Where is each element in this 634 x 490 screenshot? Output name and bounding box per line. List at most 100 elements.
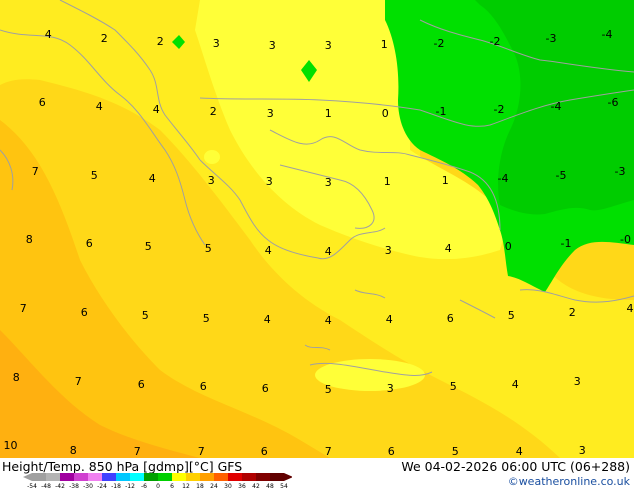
temperature-label: 5	[451, 445, 459, 458]
scale-tick-label: -42	[55, 483, 65, 490]
temperature-label: 3	[573, 375, 581, 388]
temperature-label: 2	[568, 306, 576, 319]
scale-swatch	[270, 473, 284, 481]
footer: Height/Temp. 850 hPa [gdmp][°C] GFS We 0…	[0, 458, 634, 490]
temperature-label: 4	[444, 242, 452, 255]
color-scale: -54 -48 -42 -38 -30 -24 -18 -12 -6 0 6 12 18 24 30 36 42…	[23, 473, 292, 490]
temperature-label: 6	[137, 378, 145, 391]
temperature-label: 1	[380, 38, 388, 51]
temperature-label: 7	[74, 375, 82, 388]
scale-tick-label: 30	[224, 483, 232, 490]
scale-swatch	[256, 473, 270, 481]
valid-time: We 04-02-2026 06:00 UTC (06+288)	[401, 459, 630, 474]
temperature-label: 5	[507, 309, 515, 322]
temperature-label: 4	[263, 313, 271, 326]
temperature-label: 6	[260, 445, 268, 458]
temperature-label: -6	[607, 96, 619, 109]
temperature-label: 8	[12, 371, 20, 384]
temperature-label: 3	[324, 39, 332, 52]
temperature-label: 5	[141, 309, 149, 322]
scale-tick-label: 48	[266, 483, 274, 490]
temperature-label: 1	[383, 175, 391, 188]
temperature-label: 0	[381, 107, 389, 120]
temperature-label: 6	[199, 380, 207, 393]
temperature-label: 8	[25, 233, 33, 246]
scale-swatch	[144, 473, 158, 481]
temperature-label: 1	[441, 174, 449, 187]
temperature-label: 4	[515, 445, 523, 458]
temperature-label: -1	[435, 105, 447, 118]
temperature-label: 4	[152, 103, 160, 116]
scale-tick-label: 36	[238, 483, 246, 490]
temperature-label: 8	[69, 444, 77, 457]
temperature-label: 4	[264, 244, 272, 257]
temperature-label: 3	[324, 176, 332, 189]
scale-swatch	[200, 473, 214, 481]
scale-swatch	[158, 473, 172, 481]
scale-tick-label: -54	[27, 483, 37, 490]
temperature-label: 3	[386, 382, 394, 395]
scale-tick-label: -18	[111, 483, 121, 490]
temperature-label: 7	[31, 165, 39, 178]
scale-swatch	[32, 473, 46, 481]
temperature-label: -2	[493, 103, 505, 116]
temperature-map	[0, 0, 634, 458]
scale-tick-label: -24	[97, 483, 107, 490]
temperature-label: -2	[433, 37, 445, 50]
scale-tick-label: 18	[196, 483, 204, 490]
temperature-label: -3	[614, 165, 626, 178]
temperature-label: 2	[156, 35, 164, 48]
temperature-label: -2	[489, 35, 501, 48]
temperature-label: 6	[85, 237, 93, 250]
temperature-label: 4	[324, 245, 332, 258]
scale-tick-label: 42	[252, 483, 260, 490]
temperature-label: 6	[446, 312, 454, 325]
scale-tick-label: 54	[280, 483, 288, 490]
temperature-label: 4	[95, 100, 103, 113]
temperature-label: 2	[209, 105, 217, 118]
temperature-label: 5	[324, 383, 332, 396]
temperature-label: -4	[601, 28, 613, 41]
scale-swatch	[228, 473, 242, 481]
scale-tick-label: -12	[125, 483, 135, 490]
temperature-label: 6	[387, 445, 395, 458]
temperature-label: -0	[620, 233, 631, 246]
temperature-label: 3	[578, 444, 586, 457]
scale-swatch	[130, 473, 144, 481]
scale-tick-label: 6	[170, 483, 174, 490]
scale-swatch	[172, 473, 186, 481]
scale-tick-label: 0	[156, 483, 160, 490]
temperature-label: 6	[261, 382, 269, 395]
scale-swatch	[60, 473, 74, 481]
scale-swatch	[74, 473, 88, 481]
scale-swatch	[88, 473, 102, 481]
scale-tick-label: -30	[83, 483, 93, 490]
temperature-label: 4	[385, 313, 393, 326]
temperature-label: 3	[266, 107, 274, 120]
scale-arrow-left	[23, 473, 32, 481]
temperature-label: 5	[144, 240, 152, 253]
scale-swatch	[214, 473, 228, 481]
temperature-label: 3	[265, 175, 273, 188]
temperature-label: 5	[90, 169, 98, 182]
temperature-label: 0	[504, 240, 512, 253]
temperature-label: -5	[555, 169, 567, 182]
temperature-label: 7	[133, 445, 141, 458]
temperature-label: 10	[3, 439, 18, 452]
scale-swatch	[116, 473, 130, 481]
temperature-label: 3	[212, 37, 220, 50]
scale-tick-label: 12	[182, 483, 190, 490]
scale-tick-label: -6	[141, 483, 147, 490]
temperature-label: -3	[545, 32, 557, 45]
temperature-label: 4	[626, 302, 634, 315]
temperature-label: 4	[511, 378, 519, 391]
scale-arrow-right	[284, 473, 292, 481]
credit-link[interactable]: ©weatheronline.co.uk	[508, 475, 630, 488]
temperature-label: 5	[202, 312, 210, 325]
scale-tick-label: 24	[210, 483, 218, 490]
scale-swatch	[242, 473, 256, 481]
temperature-label: 7	[197, 445, 205, 458]
temperature-label: 4	[324, 314, 332, 327]
temperature-label: 4	[44, 28, 52, 41]
temperature-label: 4	[148, 172, 156, 185]
